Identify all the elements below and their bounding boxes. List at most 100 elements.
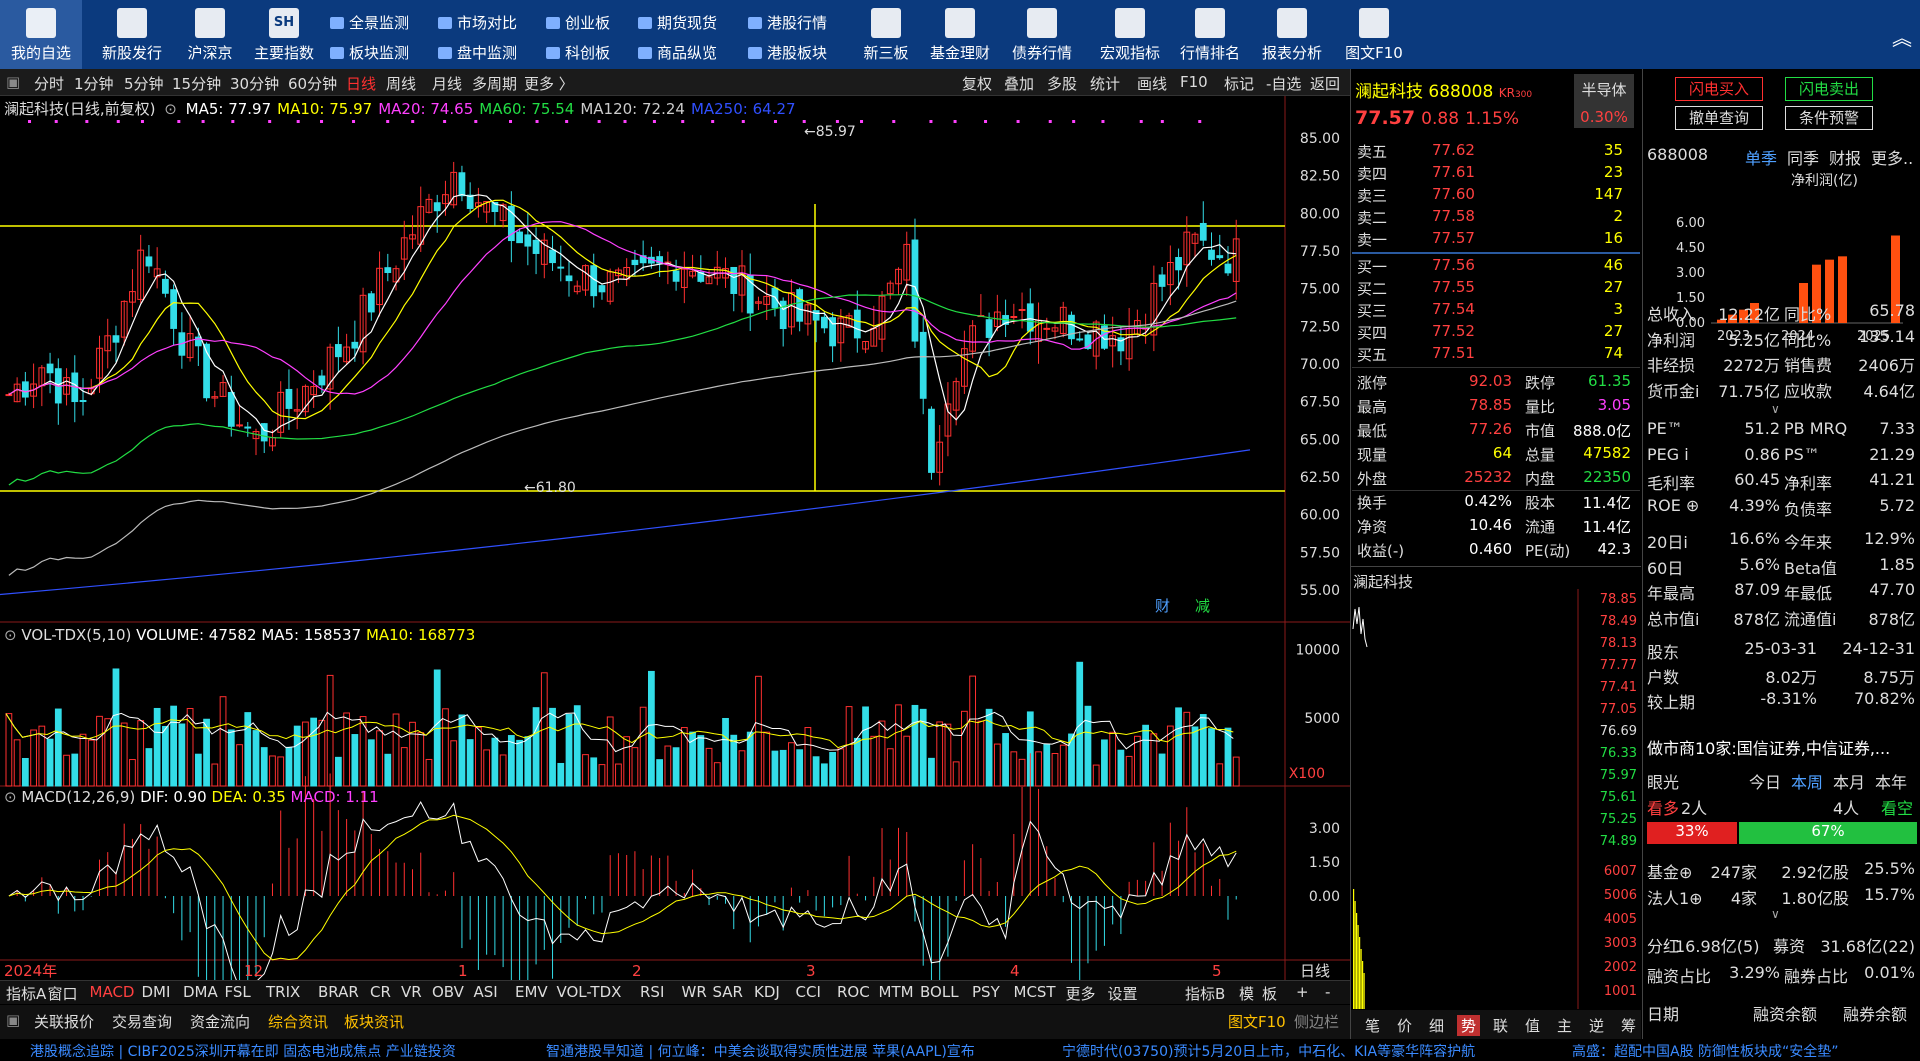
indicator-tab[interactable]: VR [401,983,422,1001]
f10-tab[interactable]: 单季 [1745,149,1777,168]
toolbar-star-list-button[interactable]: 我的自选 [0,0,82,69]
period-9[interactable]: 多周期 [472,73,517,94]
period-7[interactable]: 周线 [386,73,416,94]
sector-box[interactable]: 半导体 0.30% [1574,74,1634,128]
toolbar-small-6[interactable]: 盘中监测 [438,42,517,63]
bottom-tab[interactable]: 资金流向 [190,1011,250,1032]
trade-button[interactable]: 闪电卖出 [1785,77,1873,101]
period-8[interactable]: 月线 [432,73,462,94]
indicator-right-tab[interactable]: - [1325,983,1330,1001]
intraday-tab[interactable]: 筹 [1617,1015,1640,1036]
period-5[interactable]: 60分钟 [288,73,337,94]
indicator-right-tab[interactable]: 指标B [1185,983,1225,1004]
tool-8[interactable]: 返回 [1310,73,1340,94]
toolbar-small-9[interactable]: 港股板块 [748,42,827,63]
indicator-tab[interactable]: CR [370,983,391,1001]
indicator-tab[interactable]: RSI [640,983,664,1001]
trade-button[interactable]: 条件预警 [1785,106,1873,130]
finance-badge[interactable]: 财 [1155,597,1170,615]
indicator-tab[interactable]: SAR [713,983,743,1001]
indicator-tab[interactable]: TRIX [266,983,300,1001]
toolbar-small-7[interactable]: 科创板 [546,42,610,63]
indicator-tab[interactable]: WR [682,983,707,1001]
intraday-tab[interactable]: 值 [1521,1015,1544,1036]
toolbar-small-1[interactable]: 市场对比 [438,12,517,33]
bottom-tab[interactable]: 综合资讯 [268,1011,328,1032]
intraday-tab[interactable]: 笔 [1361,1015,1384,1036]
period-0[interactable]: 分时 [34,73,64,94]
expand-icon[interactable]: ∨ [1771,402,1780,416]
tool-4[interactable]: 画线 [1137,73,1167,94]
intraday-tab[interactable]: 势 [1457,1015,1481,1036]
buy-level[interactable]: 买二 77.55 27 [1357,278,1637,300]
panel-toggle-icon[interactable]: ▣ [6,73,20,91]
news-item[interactable]: 宁德时代(03750)预计5月20日上市，中石化、KIA等豪华阵容护航 [1062,1041,1475,1061]
eye-tab[interactable]: 今日 [1749,769,1781,793]
indicator-tab[interactable]: BOLL [920,983,959,1001]
intraday-tab[interactable]: 逆 [1585,1015,1608,1036]
tool-3[interactable]: 统计 [1090,73,1120,94]
indicator-right-tab[interactable]: 模 [1239,983,1254,1004]
indicator-right-tab[interactable]: 板 [1262,983,1277,1004]
tool-1[interactable]: 叠加 [1004,73,1034,94]
indicator-tab[interactable]: EMV [515,983,548,1001]
indicator-tab[interactable]: MACD [90,983,135,1001]
toolbar-yen-button[interactable]: 基金理财 [920,0,1000,69]
tool-0[interactable]: 复权 [962,73,992,94]
chevron-down-icon[interactable]: ⊙ [164,100,177,118]
intraday-tab[interactable]: 价 [1393,1015,1416,1036]
period-2[interactable]: 5分钟 [124,73,164,94]
indicator-tab[interactable]: BRAR [318,983,359,1001]
toolbar-bond-list-button[interactable]: 债券行情 [1002,0,1082,69]
bottom-tab[interactable]: 关联报价 [34,1011,94,1032]
period-4[interactable]: 30分钟 [230,73,279,94]
indicator-tab[interactable]: 设置 [1108,983,1138,1004]
bottom-tab[interactable]: 板块资讯 [344,1011,404,1032]
reduce-badge[interactable]: 减 [1195,597,1210,615]
news-item[interactable]: 港股概念追踪 | CIBF2025深圳开幕在即 固态电池成焦点 产业链投资 [30,1041,456,1061]
eye-tab[interactable]: 本周 [1791,769,1823,793]
collapse-icon[interactable]: ︽ [1892,22,1912,51]
indicator-tab[interactable]: 窗口 [48,983,78,1004]
eye-tab[interactable]: 本月 [1833,769,1865,793]
period-1[interactable]: 1分钟 [74,73,114,94]
indicator-tab[interactable]: FSL [225,983,251,1001]
tool-2[interactable]: 多股 [1047,73,1077,94]
f10-link[interactable]: 图文F10 [1228,1011,1286,1032]
indicator-tab[interactable]: OBV [432,983,464,1001]
market-maker[interactable]: 做市商10家:国信证券,中信证券,... [1647,735,1890,759]
chevron-down-icon[interactable]: ⊙ [4,626,17,644]
toolbar-sh-index-button[interactable]: SH 主要指数 [244,0,324,69]
panel-toggle-icon[interactable]: ▣ [6,1011,20,1029]
toolbar-globe-button[interactable]: 宏观指标 [1090,0,1170,69]
sell-level[interactable]: 卖四 77.61 23 [1357,163,1637,185]
toolbar-small-4[interactable]: 港股行情 [748,12,827,33]
news-ticker[interactable]: 港股概念追踪 | CIBF2025深圳开幕在即 固态电池成焦点 产业链投资 智通港… [0,1039,1920,1061]
toolbar-chart-button[interactable]: 沪深京 [170,0,250,69]
period-3[interactable]: 15分钟 [172,73,221,94]
toolbar-camera-button[interactable]: 行情排名 [1170,0,1250,69]
indicator-tab[interactable]: KDJ [754,983,780,1001]
news-item[interactable]: 高盛：超配中国A股 防御性板块成“安全垫” [1572,1041,1839,1061]
period-10[interactable]: 更多 〉 [524,73,574,94]
toolbar-small-8[interactable]: 商品纵览 [638,42,717,63]
sell-level[interactable]: 卖五 77.62 35 [1357,141,1637,163]
period-6[interactable]: 日线 [346,73,376,94]
chevron-down-icon[interactable]: ⊙ [4,788,17,806]
tool-5[interactable]: F10 [1180,73,1208,91]
indicator-tab[interactable]: 更多 [1066,983,1096,1004]
sidebar-toggle[interactable]: 侧边栏 [1294,1011,1339,1032]
buy-level[interactable]: 买四 77.52 27 [1357,322,1637,344]
f10-tab[interactable]: 同季 [1787,149,1819,168]
indicator-right-tab[interactable]: + [1296,983,1309,1001]
tool-7[interactable]: -自选 [1266,73,1301,94]
intraday-tab[interactable]: 主 [1553,1015,1576,1036]
intraday-tab[interactable]: 联 [1489,1015,1512,1036]
f10-tab[interactable]: 更多.. [1871,149,1913,168]
indicator-tab[interactable]: MTM [879,983,914,1001]
toolbar-small-5[interactable]: 板块监测 [330,42,409,63]
intraday-tab[interactable]: 细 [1425,1015,1448,1036]
indicator-tab[interactable]: ASI [474,983,498,1001]
bottom-tab[interactable]: 交易查询 [112,1011,172,1032]
indicator-tab[interactable]: CCI [796,983,821,1001]
